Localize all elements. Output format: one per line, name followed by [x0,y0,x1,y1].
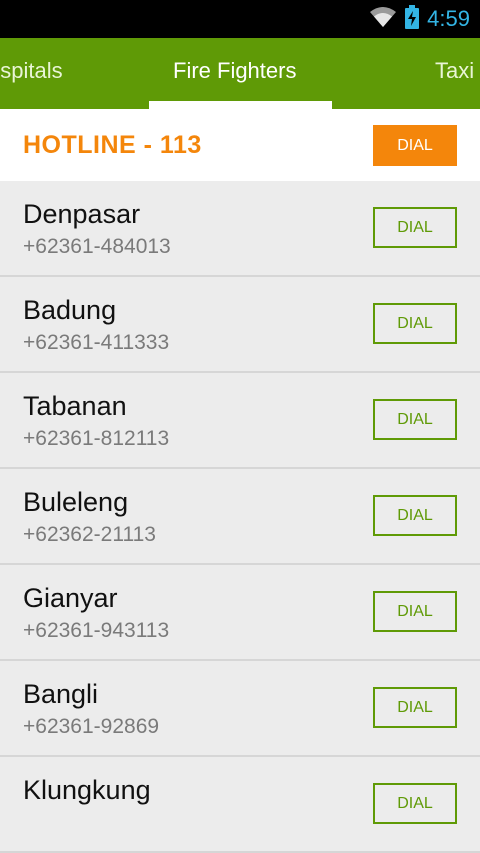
contact-phone: +62361-484013 [23,235,171,258]
tab-hospitals[interactable]: ospitals [0,38,63,109]
contact-name: Denpasar [23,199,141,229]
contact-phone: +62361-411333 [23,331,170,354]
contact-phone: +62361-943113 [23,619,170,642]
dial-button[interactable]: DIAL [373,687,457,728]
contact-name: Gianyar [23,583,118,613]
list-item: Bangli +62361-92869 DIAL [0,661,480,757]
dial-button[interactable]: DIAL [373,591,457,632]
contact-name: Klungkung [23,775,151,805]
dial-button[interactable]: DIAL [373,783,457,824]
list-item: Badung +62361-411333 DIAL [0,277,480,373]
wifi-icon [369,6,397,33]
tab-fire-fighters[interactable]: Fire Fighters [173,38,296,109]
list-item: Tabanan +62361-812113 DIAL [0,373,480,469]
contact-name: Tabanan [23,391,127,421]
battery-charging-icon [405,4,420,34]
list-item: Klungkung DIAL [0,757,480,853]
contact-list: Denpasar +62361-484013 DIAL Badung +6236… [0,181,480,853]
contact-phone: +62362-21113 [23,523,156,546]
contact-name: Buleleng [23,487,129,517]
contact-phone: +62361-812113 [23,427,170,450]
list-item: Gianyar +62361-943113 DIAL [0,565,480,661]
contact-name: Bangli [23,679,99,709]
contact-name: Badung [23,295,117,325]
hotline-dial-button[interactable]: DIAL [373,125,457,166]
dial-button[interactable]: DIAL [373,207,457,248]
dial-button[interactable]: DIAL [373,399,457,440]
hotline-label: HOTLINE - 113 [23,131,202,159]
list-item: Buleleng +62362-21113 DIAL [0,469,480,565]
clock: 4:59 [427,6,470,31]
contact-phone: +62361-92869 [23,715,160,738]
dial-button[interactable]: DIAL [373,495,457,536]
hotline-section: HOTLINE - 113 DIAL [0,109,480,181]
list-item: Denpasar +62361-484013 DIAL [0,181,480,277]
tab-bar: ospitals Fire Fighters Taxi [0,38,480,109]
tab-selected-indicator [149,101,332,109]
tab-taxi[interactable]: Taxi [435,38,474,109]
status-bar: 4:59 [0,0,480,38]
status-icons: 4:59 [369,0,470,38]
dial-button[interactable]: DIAL [373,303,457,344]
